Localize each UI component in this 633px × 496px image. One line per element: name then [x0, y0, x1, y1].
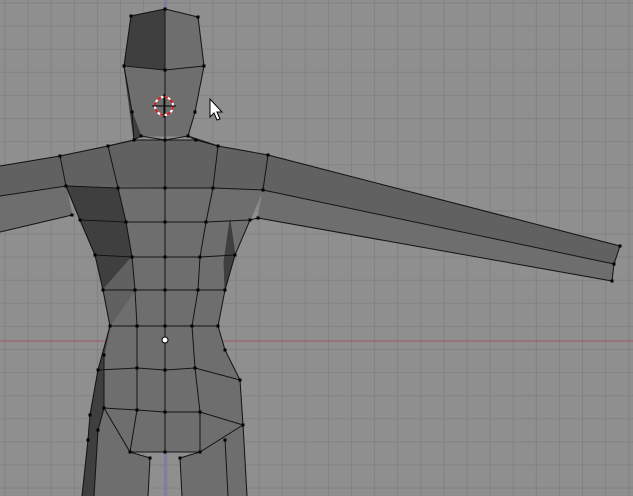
mesh-vertex[interactable]	[135, 408, 139, 412]
mesh-vertex[interactable]	[612, 262, 616, 266]
mesh-vertex[interactable]	[163, 68, 167, 72]
mesh-vertex[interactable]	[223, 288, 227, 292]
mesh-vertex[interactable]	[193, 110, 197, 114]
mesh-vertex[interactable]	[196, 15, 200, 19]
mesh-vertex[interactable]	[96, 428, 100, 432]
mesh-vertex[interactable]	[618, 244, 622, 248]
mesh-vertex[interactable]	[129, 14, 133, 18]
mesh-vertex[interactable]	[233, 253, 237, 257]
mesh-vertex[interactable]	[248, 218, 252, 222]
mesh-vertex[interactable]	[178, 456, 182, 460]
mesh-vertex[interactable]	[122, 64, 126, 68]
mesh-vertex[interactable]	[163, 410, 167, 414]
mesh-vertex[interactable]	[106, 144, 110, 148]
mesh-vertex[interactable]	[193, 366, 197, 370]
mesh-vertex[interactable]	[132, 138, 136, 142]
mesh-vertex[interactable]	[198, 255, 202, 259]
mesh-vertex[interactable]	[202, 64, 206, 68]
object-origin-pivot[interactable]	[161, 336, 169, 344]
mesh-vertex[interactable]	[256, 216, 260, 220]
mesh-vertex[interactable]	[135, 366, 139, 370]
mesh-vertex[interactable]	[58, 154, 62, 158]
mesh-vertex[interactable]	[163, 7, 167, 11]
mesh-vertex[interactable]	[101, 288, 105, 292]
mesh-vertex[interactable]	[116, 186, 120, 190]
mesh-vertex[interactable]	[133, 288, 137, 292]
mesh-vertex[interactable]	[130, 255, 134, 259]
mesh-vertex[interactable]	[216, 324, 220, 328]
mesh-vertex[interactable]	[216, 144, 220, 148]
mesh-vertex[interactable]	[78, 218, 82, 222]
mesh-vertex[interactable]	[93, 253, 97, 257]
mesh-vertex[interactable]	[163, 450, 167, 454]
mesh-vertex[interactable]	[223, 438, 227, 442]
mesh-vertex[interactable]	[108, 324, 112, 328]
mesh-vertex[interactable]	[211, 186, 215, 190]
mesh-vertex[interactable]	[135, 324, 139, 328]
mesh-vertex[interactable]	[163, 255, 167, 259]
mesh-vertex[interactable]	[124, 220, 128, 224]
mesh-vertex[interactable]	[88, 413, 92, 417]
mesh-vertex[interactable]	[163, 324, 167, 328]
mesh-vertex[interactable]	[261, 188, 265, 192]
mesh-vertex[interactable]	[198, 450, 202, 454]
mesh-vertex[interactable]	[102, 353, 106, 357]
mesh-vertex[interactable]	[102, 406, 106, 410]
mesh-vertex[interactable]	[238, 378, 242, 382]
3d-viewport[interactable]	[0, 0, 633, 496]
hip-face[interactable]	[89, 325, 244, 453]
mesh-vertex[interactable]	[163, 368, 167, 372]
mesh-vertex[interactable]	[64, 184, 68, 188]
mesh-vertex[interactable]	[163, 288, 167, 292]
mesh-vertex[interactable]	[194, 138, 198, 142]
mesh-vertex[interactable]	[163, 138, 167, 142]
mesh-vertex[interactable]	[204, 220, 208, 224]
mesh-vertex[interactable]	[96, 368, 100, 372]
mesh-vertex[interactable]	[139, 134, 143, 138]
mesh-vertex[interactable]	[86, 438, 90, 442]
mesh-vertex[interactable]	[70, 213, 74, 217]
mesh-vertex[interactable]	[130, 110, 134, 114]
mesh-vertex[interactable]	[148, 456, 152, 460]
mesh-vertex[interactable]	[163, 186, 167, 190]
mesh-vertex[interactable]	[186, 134, 190, 138]
mesh-vertex[interactable]	[163, 220, 167, 224]
mesh-vertex[interactable]	[190, 324, 194, 328]
viewport-canvas[interactable]	[0, 0, 633, 496]
mesh-vertex[interactable]	[196, 288, 200, 292]
mesh-vertex[interactable]	[223, 348, 227, 352]
mesh-vertex[interactable]	[241, 423, 245, 427]
mesh-vertex[interactable]	[128, 450, 132, 454]
mesh-vertex[interactable]	[266, 153, 270, 157]
mesh-vertex[interactable]	[610, 279, 614, 283]
mesh-vertex[interactable]	[198, 410, 202, 414]
